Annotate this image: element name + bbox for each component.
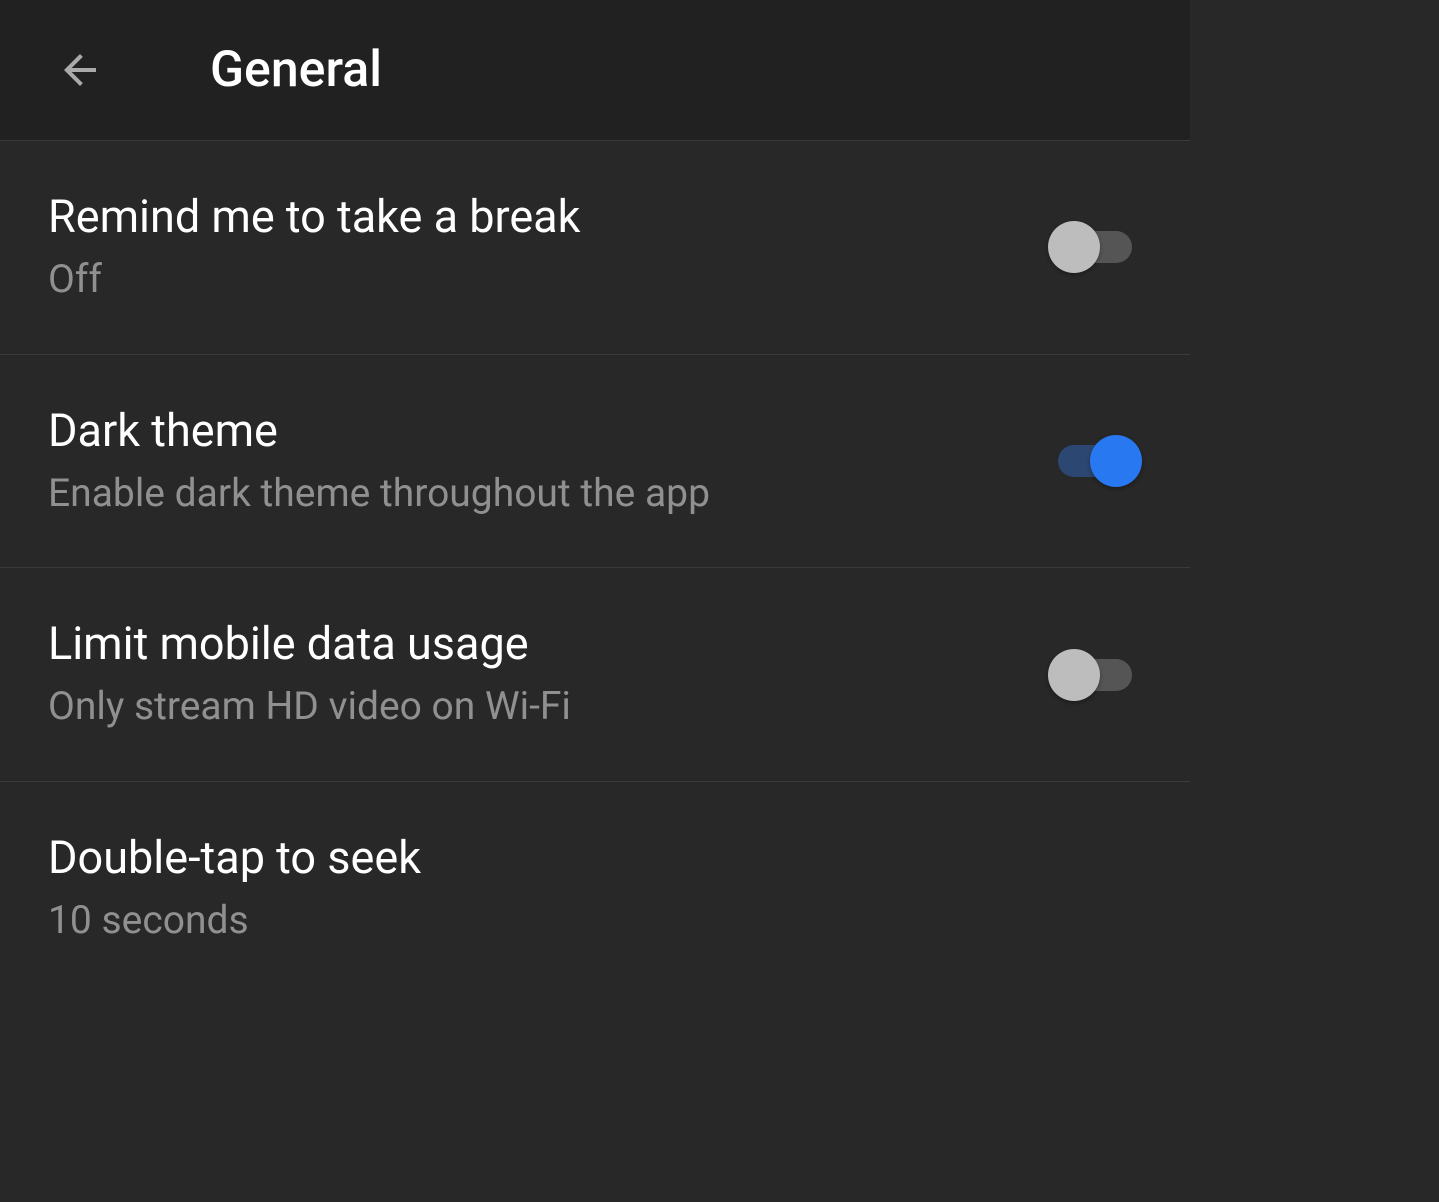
setting-title: Dark theme (48, 404, 1048, 458)
setting-text: Limit mobile data usage Only stream HD v… (48, 617, 1048, 732)
setting-subtitle: Enable dark theme throughout the app (48, 468, 1048, 519)
page-title: General (210, 41, 382, 99)
setting-subtitle: Only stream HD video on Wi-Fi (48, 681, 1048, 732)
toggle-thumb (1048, 649, 1100, 701)
back-button[interactable] (52, 42, 108, 98)
setting-doubletap-seek[interactable]: Double-tap to seek 10 seconds (0, 782, 1190, 995)
toggle-break-reminder[interactable] (1048, 219, 1142, 275)
setting-limit-data[interactable]: Limit mobile data usage Only stream HD v… (0, 568, 1190, 782)
settings-list: Remind me to take a break Off Dark theme… (0, 141, 1190, 995)
setting-break-reminder[interactable]: Remind me to take a break Off (0, 141, 1190, 355)
setting-subtitle: Off (48, 254, 1048, 305)
toggle-thumb (1090, 435, 1142, 487)
app-header: General (0, 0, 1190, 141)
toggle-dark-theme[interactable] (1048, 433, 1142, 489)
toggle-limit-data[interactable] (1048, 647, 1142, 703)
setting-text: Dark theme Enable dark theme throughout … (48, 404, 1048, 519)
setting-text: Double-tap to seek 10 seconds (48, 831, 1142, 946)
setting-text: Remind me to take a break Off (48, 190, 1048, 305)
setting-title: Limit mobile data usage (48, 617, 1048, 671)
setting-dark-theme[interactable]: Dark theme Enable dark theme throughout … (0, 355, 1190, 569)
setting-title: Remind me to take a break (48, 190, 1048, 244)
toggle-thumb (1048, 221, 1100, 273)
setting-title: Double-tap to seek (48, 831, 1142, 885)
setting-subtitle: 10 seconds (48, 895, 1142, 946)
arrow-left-icon (56, 46, 104, 94)
